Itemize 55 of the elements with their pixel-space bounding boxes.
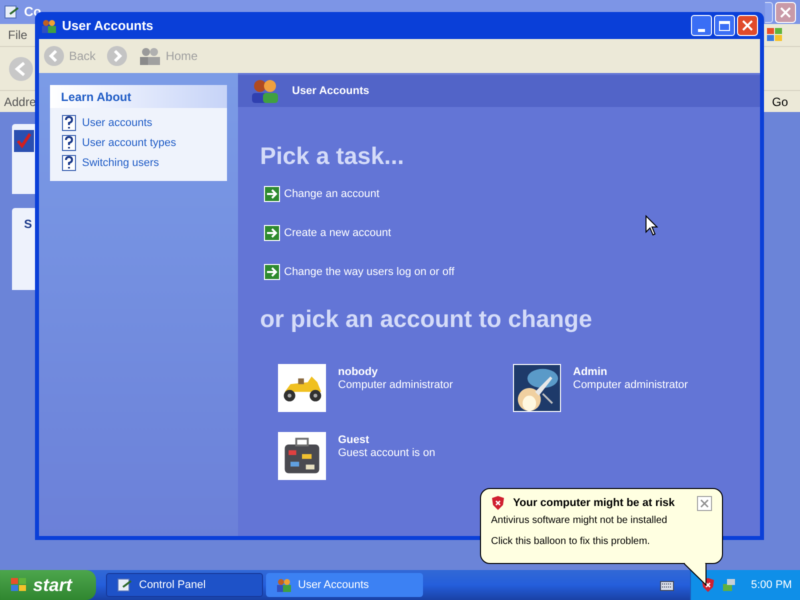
header-title: User Accounts bbox=[292, 84, 370, 99]
balloon-message: Click this balloon to fix this problem. bbox=[491, 534, 651, 548]
balloon-message: Antivirus software might not be installed bbox=[491, 514, 668, 526]
account-type: Computer administrator bbox=[573, 379, 688, 392]
account-tile[interactable]: Admin Computer administrator bbox=[513, 364, 748, 412]
taskbar-button[interactable]: Control Panel bbox=[106, 573, 263, 597]
users-icon bbox=[250, 78, 280, 104]
taskbar-button[interactable]: User Accounts bbox=[266, 573, 423, 597]
account-tile[interactable]: Guest Guest account is on bbox=[278, 432, 513, 480]
shield-icon bbox=[491, 495, 505, 512]
keyboard-icon bbox=[660, 579, 674, 591]
account-name: Guest bbox=[338, 434, 370, 447]
help-link[interactable]: User accounts bbox=[82, 114, 152, 132]
help-icon bbox=[62, 115, 76, 131]
panel-heading: Learn About bbox=[50, 85, 227, 108]
menu-item[interactable]: File bbox=[8, 26, 28, 44]
network-icon[interactable] bbox=[721, 577, 737, 593]
clock: 5:00 PM bbox=[751, 578, 792, 593]
account-type: Guest account is on bbox=[338, 447, 436, 460]
control-panel-icon bbox=[4, 4, 20, 20]
windows-logo-icon bbox=[766, 27, 784, 43]
restore-button[interactable] bbox=[765, 2, 773, 22]
help-icon bbox=[62, 155, 76, 171]
close-button[interactable] bbox=[697, 496, 712, 511]
help-link[interactable]: User account types bbox=[82, 134, 176, 152]
balloon-title: Your computer might be at risk bbox=[513, 496, 675, 511]
control-panel-icon bbox=[117, 577, 133, 593]
arrow-icon bbox=[264, 186, 280, 202]
help-icon bbox=[62, 135, 76, 151]
minimize-button[interactable] bbox=[691, 15, 712, 36]
account-type: Computer administrator bbox=[338, 379, 453, 392]
checklist-icon bbox=[12, 128, 36, 154]
window-title: User Accounts bbox=[62, 16, 154, 35]
windows-logo-icon bbox=[10, 577, 28, 593]
task-heading: Pick a task... bbox=[260, 143, 406, 171]
maximize-button[interactable] bbox=[714, 15, 735, 36]
account-heading: or pick an account to change bbox=[260, 306, 594, 334]
account-name: nobody bbox=[338, 366, 379, 379]
users-icon bbox=[276, 577, 292, 593]
start-button[interactable]: start bbox=[0, 570, 96, 600]
task-link[interactable]: Create a new account bbox=[284, 224, 392, 242]
notification-balloon[interactable]: Your computer might be at risk Antivirus software might not be installed Click this balloon to fix this problem. bbox=[480, 488, 723, 564]
users-icon bbox=[138, 46, 162, 66]
task-link[interactable]: Change the way users log on or off bbox=[284, 264, 454, 280]
panel-heading: S bbox=[24, 217, 32, 231]
task-link[interactable]: Change an account bbox=[284, 186, 380, 202]
account-name: Admin bbox=[573, 366, 608, 379]
cursor-icon bbox=[645, 215, 658, 236]
go-button[interactable]: Go bbox=[772, 92, 788, 110]
arrow-icon bbox=[264, 225, 280, 241]
users-icon bbox=[41, 18, 57, 34]
arrow-icon bbox=[264, 264, 280, 280]
account-tile[interactable]: nobody Computer administrator bbox=[278, 364, 513, 412]
address-label: Addre bbox=[4, 94, 36, 110]
help-link[interactable]: Switching users bbox=[82, 154, 160, 172]
